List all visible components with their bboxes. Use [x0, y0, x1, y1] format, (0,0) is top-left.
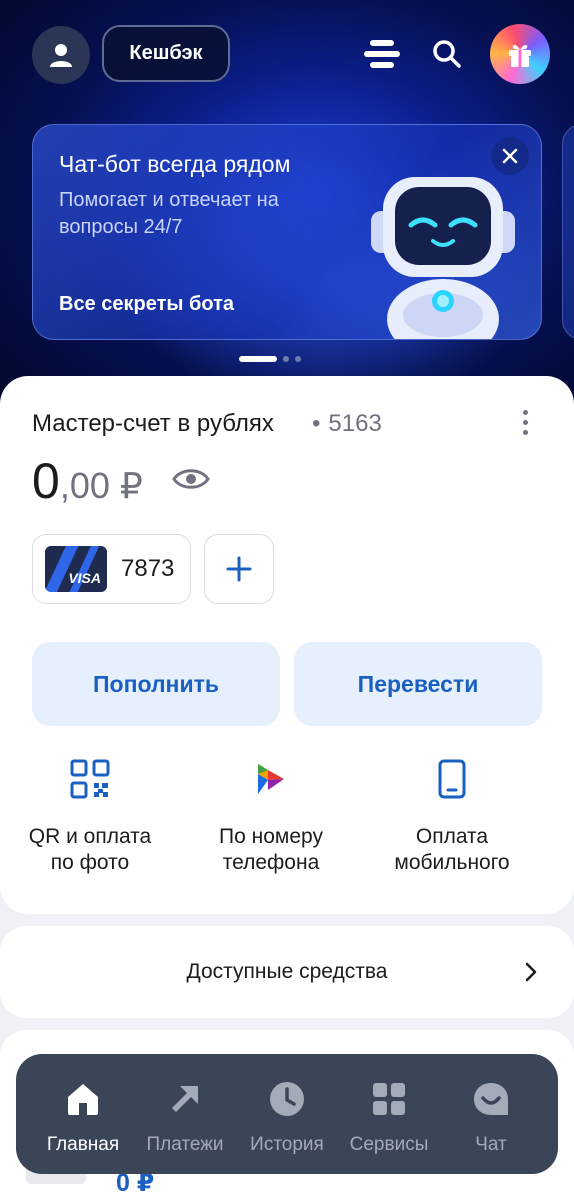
menu-icon: [364, 40, 400, 68]
payments-arrow-icon: [172, 1086, 198, 1112]
add-card-button[interactable]: [204, 534, 274, 604]
account-number: 5163: [312, 410, 381, 438]
transfer-button[interactable]: Перевести: [294, 642, 542, 726]
clock-icon: [270, 1082, 304, 1116]
balance-fraction: ,00 ₽: [59, 465, 143, 506]
home-icon: [68, 1084, 98, 1115]
card-brand: VISA: [68, 570, 101, 586]
pager-dot: [283, 356, 289, 362]
promo-banner[interactable]: Чат-бот всегда рядом Помогает и отвечает…: [32, 124, 542, 340]
chat-icon: [474, 1083, 508, 1115]
phone-transfer-action[interactable]: По номеру телефона: [181, 756, 361, 876]
kebab-dot: [522, 430, 528, 435]
gift-button[interactable]: [490, 24, 550, 84]
mobile-payment-action[interactable]: Оплата мобильного: [362, 756, 542, 876]
tab-services-label: Сервисы: [349, 1134, 429, 1155]
eye-icon: [172, 469, 210, 489]
pager-dot-active: [239, 356, 277, 362]
pager-dot: [295, 356, 301, 362]
tab-payments-label: Платежи: [146, 1134, 224, 1155]
robot-illustration: [343, 169, 541, 339]
close-icon: [502, 148, 518, 164]
top-up-button[interactable]: Пополнить: [32, 642, 280, 726]
gift-icon: [509, 44, 531, 67]
next-banner-peek[interactable]: [562, 124, 574, 340]
cashback-button[interactable]: Кешбэк: [102, 25, 230, 82]
account-card: Мастер-счет в рублях 5163 0 ,00 ₽ VISA 7…: [0, 376, 574, 914]
mobile-payment-label-line2: мобильного: [394, 851, 510, 874]
search-button[interactable]: [423, 30, 471, 78]
tab-payments[interactable]: Платежи: [134, 1076, 236, 1156]
phone-transfer-label-line2: телефона: [222, 851, 320, 874]
account-title[interactable]: Мастер-счет в рублях: [32, 410, 274, 438]
tab-history[interactable]: История: [236, 1076, 338, 1156]
tab-services[interactable]: Сервисы: [338, 1076, 440, 1156]
qr-payment-action[interactable]: QR и оплата по фото: [0, 756, 180, 876]
phone-transfer-label-line1: По номеру: [219, 825, 323, 848]
phone-icon: [438, 759, 466, 799]
hero-header: Кешбэк Чат-бот всегда рядом Помогает и о…: [0, 0, 574, 420]
available-funds-label: Доступные средства: [186, 960, 388, 983]
account-more-button[interactable]: [510, 410, 540, 440]
grid-icon: [373, 1083, 405, 1115]
profile-icon: [50, 44, 72, 67]
tab-home-label: Главная: [46, 1134, 120, 1155]
banner-title: Чат-бот всегда рядом: [59, 151, 291, 177]
mobile-payment-label-line1: Оплата: [415, 825, 489, 848]
tab-chat[interactable]: Чат: [440, 1076, 542, 1156]
qr-label-line1: QR и оплата: [28, 825, 152, 848]
profile-button[interactable]: [32, 26, 90, 84]
tab-chat-label: Чат: [475, 1134, 507, 1155]
kebab-dot: [522, 420, 528, 425]
sbp-icon: [258, 764, 284, 794]
banner-link[interactable]: Все секреты бота: [59, 293, 234, 316]
banner-close-button[interactable]: [491, 137, 529, 175]
banner-pager: [239, 356, 301, 362]
card-last-digits: 7873: [121, 555, 175, 582]
visa-card-thumbnail: VISA: [45, 546, 107, 592]
chevron-right-icon: [525, 962, 537, 982]
qr-label-line2: по фото: [50, 851, 130, 874]
tab-home[interactable]: Главная: [32, 1076, 134, 1156]
qr-icon: [70, 759, 110, 799]
plus-icon: [226, 556, 252, 582]
account-balance: 0 ,00 ₽: [32, 452, 143, 510]
menu-button[interactable]: [358, 30, 406, 78]
banner-subtitle: Помогает и отвечает на вопросы 24/7: [59, 189, 279, 238]
search-icon: [433, 40, 461, 68]
toggle-balance-visibility[interactable]: [172, 466, 210, 497]
bottom-tab-bar: Главная Платежи История Сервисы Чат: [16, 1054, 558, 1174]
kebab-dot: [522, 410, 528, 415]
available-funds-row[interactable]: Доступные средства: [0, 926, 574, 1018]
bank-card-chip[interactable]: VISA 7873: [32, 534, 191, 604]
tab-history-label: История: [250, 1134, 324, 1155]
balance-integer: 0: [32, 453, 60, 509]
